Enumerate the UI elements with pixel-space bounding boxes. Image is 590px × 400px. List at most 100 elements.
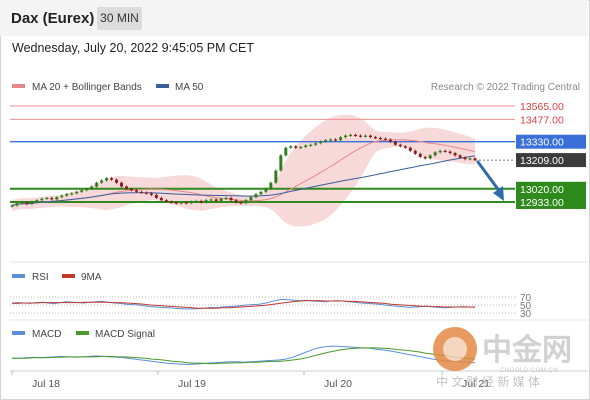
support-label: 12933.00 (520, 197, 564, 209)
candle-body (45, 197, 49, 200)
candle-body (398, 144, 402, 147)
candle-body (289, 146, 293, 148)
candle-body (324, 140, 328, 142)
bollinger-band-area (12, 114, 475, 227)
forecast-arrow (476, 160, 504, 201)
candle-body (408, 147, 412, 151)
candle-body (339, 137, 343, 141)
candle-body (254, 194, 258, 198)
candle-body (120, 182, 124, 187)
macd-signal-legend-swatch (76, 331, 89, 335)
macd-legend-label: MACD (32, 329, 61, 340)
candle-body (393, 141, 397, 145)
candle-body (115, 179, 119, 183)
ma50-legend-label: MA 50 (175, 82, 204, 93)
x-tick-label: Jul 19 (178, 378, 206, 390)
candle-body (35, 200, 39, 202)
candle-body (229, 197, 233, 201)
candle-body (30, 201, 34, 204)
rsi-ma-legend-label: 9MA (81, 272, 102, 283)
candle-body (144, 192, 148, 194)
ma20-legend-label: MA 20 + Bollinger Bands (32, 82, 142, 93)
pivot-label: 13330.00 (520, 137, 564, 149)
candle-body (219, 198, 223, 201)
bollinger-bands (12, 114, 475, 227)
candle-body (169, 201, 173, 203)
candle-body (354, 134, 357, 137)
candle-body (179, 202, 183, 204)
macd-signal-legend-label: MACD Signal (95, 329, 155, 340)
candle-body (105, 178, 109, 181)
candle-body (110, 178, 114, 180)
candle-body (448, 151, 452, 154)
candle-body (159, 197, 163, 201)
candle-body (224, 197, 228, 200)
candle-body (244, 200, 248, 204)
candle-body (65, 194, 69, 196)
watermark: 中金网 CNGOLD.COM.CN 中 文 财 经 新 媒 体 (433, 327, 572, 389)
candle-body (194, 200, 198, 203)
candle-body (294, 146, 298, 148)
candle-body (60, 195, 64, 198)
candle-body (463, 157, 467, 160)
candle-body (189, 201, 193, 204)
candle-body (249, 197, 253, 201)
candle-body (349, 134, 353, 137)
candle-body (329, 139, 333, 141)
candle-body (274, 170, 278, 183)
rsi-ma-legend-swatch (62, 274, 75, 278)
watermark-url: CNGOLD.COM.CN (500, 368, 558, 374)
candle-body (433, 152, 437, 156)
candle-body (423, 156, 427, 159)
candle-body (458, 155, 462, 158)
x-axis: Jul 18 Jul 19 Jul 20 Jul 21 (11, 371, 490, 390)
candle-body (438, 150, 442, 153)
candle-body (95, 182, 99, 187)
candle-body (149, 193, 153, 195)
candle-body (85, 188, 89, 191)
candle-body (363, 135, 367, 137)
price-chart-svg: MA 20 + Bollinger Bands MA 50 Research ©… (10, 82, 588, 390)
candle-body (50, 197, 54, 200)
candle-body (418, 153, 422, 157)
candle-body (344, 135, 348, 138)
candle-body (383, 138, 387, 140)
candle-body (309, 144, 313, 146)
candle-body (10, 205, 14, 207)
candle-body (40, 198, 44, 201)
watermark-brand: 中金网 (482, 333, 572, 367)
forecast-arrow-shaft (476, 160, 502, 194)
rsi-line (11, 298, 476, 310)
macd-legend-swatch (12, 331, 25, 335)
ma20-legend-swatch (12, 84, 25, 88)
candle-body (334, 139, 338, 141)
watermark-logo-inner-icon (443, 337, 467, 361)
resistance-label: 13565.00 (520, 101, 564, 113)
candle-body (304, 145, 308, 148)
rsi-legend-label: RSI (32, 272, 49, 283)
candle-body (239, 202, 243, 204)
candle-body (55, 197, 59, 200)
candle-body (284, 147, 288, 156)
macd-line (12, 345, 476, 366)
rsi-lines: 705030 (10, 293, 532, 320)
x-tick-label: Jul 20 (324, 378, 352, 390)
candle-body (70, 193, 74, 195)
candle-body (139, 191, 143, 194)
candle-body (214, 199, 218, 201)
candle-body (443, 150, 447, 153)
candle-body (90, 186, 94, 189)
resistance-label: 13477.00 (520, 114, 564, 126)
x-tick-label: Jul 18 (32, 378, 60, 390)
last-price-label: 13209.00 (520, 155, 564, 167)
candle-body (468, 158, 472, 160)
candle-body (388, 139, 392, 142)
candle-body (130, 188, 133, 191)
candle-body (134, 190, 138, 192)
rsi-tick-label: 30 (520, 309, 532, 320)
candle-body (428, 155, 432, 159)
candle-body (269, 182, 273, 189)
support-label: 13020.00 (520, 184, 564, 196)
candle-body (20, 202, 24, 204)
candle-body (264, 188, 268, 192)
